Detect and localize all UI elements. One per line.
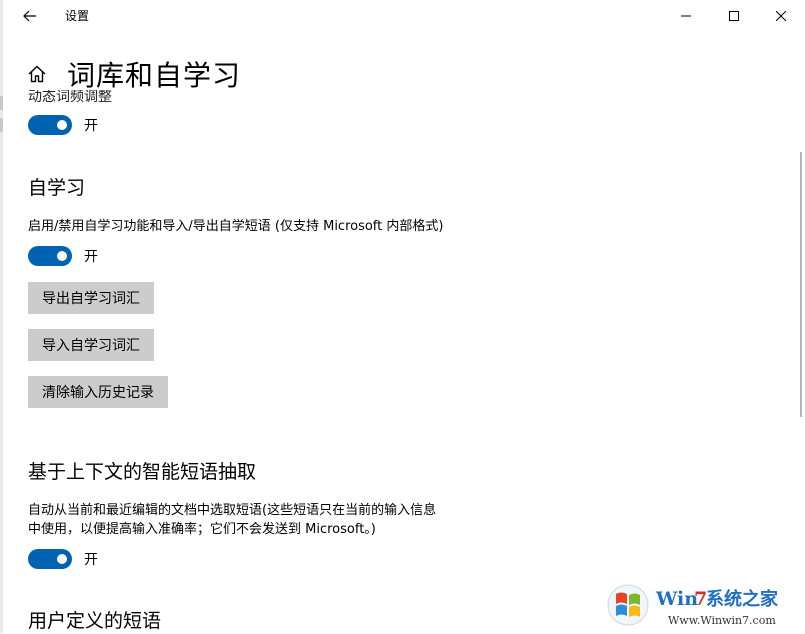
- toggle-smart-phrases[interactable]: 开: [28, 549, 98, 569]
- home-button[interactable]: [26, 63, 48, 85]
- toggle-dynamic-frequency[interactable]: 开: [28, 115, 98, 135]
- title-bar: 设置: [3, 0, 805, 32]
- close-button[interactable]: [758, 0, 804, 32]
- toggle-knob: [57, 554, 67, 564]
- page-title: 词库和自学习: [67, 59, 242, 92]
- minimize-button[interactable]: [663, 0, 709, 32]
- page-header: 词库和自学习: [26, 54, 241, 94]
- toggle-state-label: 开: [84, 118, 98, 134]
- toggle-state-label: 开: [84, 249, 98, 265]
- edge-mark: [0, 96, 3, 110]
- toggle-knob: [57, 251, 67, 261]
- windows-flag-icon: Win 7 系统之家 Www.Winwin7.com: [607, 584, 779, 627]
- section-title-smart-phrases: 基于上下文的智能短语抽取: [28, 461, 257, 483]
- maximize-button[interactable]: [711, 0, 757, 32]
- smart-phrases-description-line1: 自动从当前和最近编辑的文档中选取短语(这些短语只在当前的输入信息: [28, 503, 437, 518]
- section-title-self-learning: 自学习: [28, 177, 86, 199]
- window-left-edge: [0, 0, 3, 633]
- vertical-scrollbar[interactable]: [800, 152, 802, 417]
- watermark-logo: Win 7 系统之家 Www.Winwin7.com: [606, 580, 804, 630]
- export-self-learning-button[interactable]: 导出自学习词汇: [28, 282, 154, 314]
- toggle-state-label: 开: [84, 552, 98, 568]
- smart-phrases-description-line2: 中使用，以便提高输入准确率；它们不会发送到 Microsoft。): [28, 522, 376, 537]
- maximize-icon: [729, 11, 739, 21]
- self-learning-description: 启用/禁用自学习功能和导入/导出自学短语 (仅支持 Microsoft 内部格式…: [28, 219, 444, 234]
- close-icon: [776, 11, 786, 21]
- back-button[interactable]: [15, 2, 45, 30]
- arrow-left-icon: [23, 10, 36, 22]
- minimize-icon: [681, 15, 691, 17]
- import-self-learning-button[interactable]: 导入自学习词汇: [28, 329, 154, 361]
- window-title: 设置: [65, 9, 90, 23]
- toggle-switch[interactable]: [28, 549, 72, 569]
- svg-text:系统之家: 系统之家: [706, 588, 779, 610]
- home-icon: [28, 65, 46, 83]
- edge-mark: [0, 118, 3, 132]
- toggle-self-learning[interactable]: 开: [28, 246, 98, 266]
- section-title-user-phrases: 用户定义的短语: [28, 610, 162, 632]
- toggle-switch[interactable]: [28, 246, 72, 266]
- toggle-knob: [57, 120, 67, 130]
- svg-text:Www.Winwin7.com: Www.Winwin7.com: [668, 614, 776, 627]
- svg-text:Win: Win: [655, 588, 698, 610]
- toggle-switch[interactable]: [28, 115, 72, 135]
- clear-input-history-button[interactable]: 清除输入历史记录: [28, 376, 168, 408]
